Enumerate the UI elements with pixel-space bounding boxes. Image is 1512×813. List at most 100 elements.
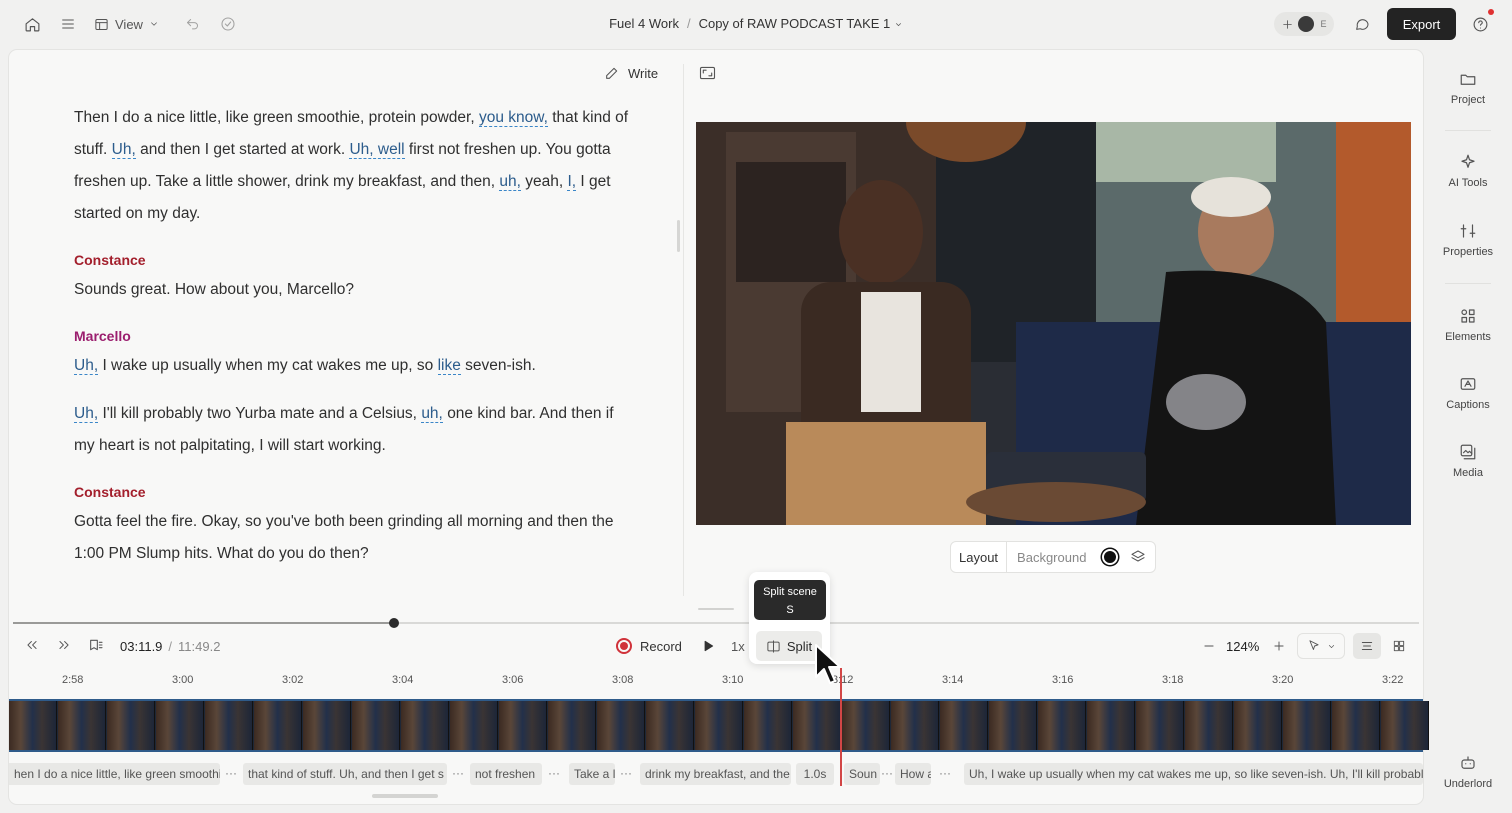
filler-word[interactable]: Uh,	[74, 357, 99, 375]
help-icon[interactable]	[1468, 9, 1494, 36]
rail-item-media[interactable]: Media	[1440, 443, 1496, 479]
rail-item-label: Project	[1450, 94, 1486, 106]
background-button[interactable]: Background	[1007, 550, 1096, 565]
filmstrip-thumbnail	[646, 701, 694, 750]
zoom-in-icon[interactable]	[1268, 635, 1290, 657]
aspect-ratio-icon[interactable]	[697, 63, 717, 83]
project-name[interactable]: Fuel 4 Work	[609, 16, 679, 31]
video-preview[interactable]	[696, 122, 1411, 525]
transcript-text: seven-ish.	[465, 357, 536, 374]
chevron-down-icon[interactable]	[894, 17, 903, 32]
rail-item-underlord[interactable]: Underlord	[1440, 754, 1496, 790]
top-bar: View Fuel 4 Work / Copy of RAW PODCAST TAK…	[0, 0, 1512, 48]
clip[interactable]: not freshen	[470, 763, 542, 785]
transcript-paragraph[interactable]: Sounds great. How about you, Marcello?	[74, 274, 634, 306]
skip-back-icon[interactable]	[21, 634, 43, 656]
collaborators[interactable]: E	[1274, 12, 1334, 36]
clip[interactable]: How a	[895, 763, 931, 785]
rail-item-captions[interactable]: Captions	[1440, 375, 1496, 411]
timeline-ruler[interactable]: 2:58 3:00 3:02 3:04 3:06 3:08 3:10 3:12 …	[9, 668, 1423, 690]
filmstrip-thumbnail	[9, 701, 57, 750]
clip[interactable]: Soun	[844, 763, 880, 785]
ruler-tick: 3:08	[612, 674, 634, 686]
transcript-paragraph[interactable]: Gotta feel the fire. Okay, so you've bot…	[74, 506, 634, 570]
notification-dot	[1488, 9, 1494, 15]
grid-view-icon[interactable]	[1385, 633, 1413, 659]
speaker-label[interactable]: Constance	[74, 250, 634, 270]
transcript[interactable]: Then I do a nice little, like green smoo…	[74, 102, 634, 570]
sparkle-icon	[1459, 153, 1477, 171]
skip-forward-icon[interactable]	[53, 634, 75, 656]
avatar: E	[1320, 19, 1327, 29]
rail-item-properties[interactable]: Properties	[1440, 222, 1496, 258]
rail-item-project[interactable]: Project	[1440, 70, 1496, 106]
gap-marker[interactable]: ···	[225, 766, 237, 780]
clip[interactable]: Uh, I wake up usually when my cat wakes …	[964, 763, 1423, 785]
ruler-tick: 3:10	[722, 674, 744, 686]
zoom-level[interactable]: 124%	[1226, 636, 1259, 656]
layout-button[interactable]: Layout	[951, 542, 1008, 572]
transcript-text: I wake up usually when my cat wakes me u…	[102, 357, 434, 374]
clip[interactable]: hen I do a nice little, like green smoot…	[9, 763, 220, 785]
transcript-paragraph[interactable]: Uh, I'll kill probably two Yurba mate an…	[74, 398, 634, 462]
chapters-icon[interactable]	[85, 634, 107, 656]
speaker-label[interactable]: Marcello	[74, 326, 634, 346]
filmstrip-thumbnail	[1283, 701, 1331, 750]
divider-grip[interactable]	[698, 608, 734, 610]
rail-item-label: Media	[1453, 467, 1483, 479]
filmstrip-thumbnail	[1185, 701, 1233, 750]
comment-icon[interactable]	[1350, 12, 1374, 36]
rail-item-elements[interactable]: Elements	[1440, 307, 1496, 343]
rail-item-label: Properties	[1442, 246, 1494, 258]
record-button[interactable]: Record	[616, 636, 682, 656]
robot-icon	[1459, 754, 1477, 772]
filmstrip-thumbnail	[989, 701, 1037, 750]
layers-icon[interactable]	[1130, 549, 1146, 565]
speed-button[interactable]: 1x	[731, 636, 745, 656]
background-color-swatch[interactable]	[1102, 549, 1119, 565]
gap-marker[interactable]: ···	[620, 766, 632, 780]
gap-marker[interactable]: ···	[548, 766, 560, 780]
filler-word[interactable]: Uh,	[111, 141, 136, 159]
gap-marker[interactable]: ···	[939, 766, 951, 780]
seek-bar[interactable]	[13, 622, 1419, 624]
resize-handle[interactable]	[677, 220, 680, 252]
filler-word[interactable]: uh,	[421, 405, 443, 423]
ruler-tick: 3:06	[502, 674, 524, 686]
transcript-paragraph[interactable]: Then I do a nice little, like green smoo…	[74, 102, 634, 230]
export-button[interactable]: Export	[1387, 8, 1456, 40]
split-button[interactable]: Split	[756, 631, 822, 661]
video-frame	[696, 122, 1411, 525]
video-track[interactable]	[9, 699, 1429, 752]
rail-item-ai-tools[interactable]: AI Tools	[1440, 153, 1496, 189]
filler-word[interactable]: Uh,	[74, 405, 99, 423]
filler-word[interactable]: I,	[567, 173, 577, 191]
timeline-scrollbar[interactable]	[372, 794, 438, 798]
transcript-paragraph[interactable]: Uh, I wake up usually when my cat wakes …	[74, 350, 634, 382]
script-view-icon[interactable]	[1353, 633, 1381, 659]
rail-item-label: AI Tools	[1448, 177, 1488, 189]
zoom-out-icon[interactable]	[1198, 635, 1220, 657]
filler-word[interactable]: Uh, well	[349, 141, 405, 159]
split-label: Split	[786, 638, 813, 654]
gap-marker[interactable]: ···	[881, 766, 893, 780]
filmstrip-thumbnail	[107, 701, 155, 750]
pointer-tool-button[interactable]	[1297, 633, 1345, 659]
seek-progress	[13, 622, 393, 624]
gap-marker[interactable]: ···	[452, 766, 464, 780]
gap-duration[interactable]: 1.0s	[796, 763, 834, 785]
filler-word[interactable]: uh,	[499, 173, 521, 191]
clip[interactable]: drink my breakfast, and the	[640, 763, 791, 785]
plus-icon[interactable]	[1281, 18, 1294, 31]
clip[interactable]: that kind of stuff. Uh, and then I get s	[243, 763, 447, 785]
file-name[interactable]: Copy of RAW PODCAST TAKE 1	[699, 16, 891, 31]
seek-handle[interactable]	[389, 618, 399, 628]
captions-icon	[1459, 375, 1477, 393]
filler-word[interactable]: you know,	[478, 109, 548, 127]
speaker-label[interactable]: Constance	[74, 482, 634, 502]
clip[interactable]: Take a l	[569, 763, 615, 785]
play-icon[interactable]	[697, 635, 719, 657]
write-button[interactable]: Write	[604, 62, 658, 84]
filler-word[interactable]: like	[437, 357, 461, 375]
filmstrip-thumbnail	[1381, 701, 1429, 750]
